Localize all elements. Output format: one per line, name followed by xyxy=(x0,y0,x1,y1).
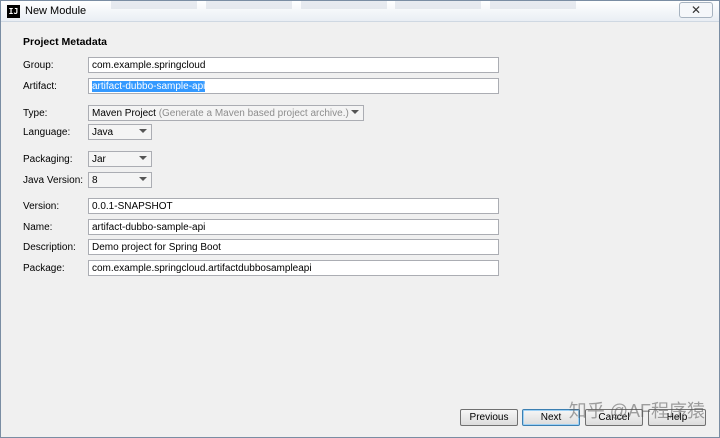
chevron-down-icon xyxy=(351,110,359,114)
previous-button[interactable]: Previous xyxy=(460,409,518,426)
group-field[interactable]: com.example.springcloud xyxy=(88,57,499,73)
language-label: Language: xyxy=(23,127,71,138)
chevron-down-icon xyxy=(139,177,147,181)
group-value: com.example.springcloud xyxy=(92,60,206,71)
background-tab xyxy=(111,1,197,9)
version-field[interactable]: 0.0.1-SNAPSHOT xyxy=(88,198,499,214)
java-version-label: Java Version: xyxy=(23,175,84,186)
background-tab xyxy=(205,1,292,9)
artifact-value: artifact-dubbo-sample-api xyxy=(92,81,206,92)
java-version-select[interactable]: 8 xyxy=(88,172,152,188)
package-value: com.example.springcloud.artifactdubbosam… xyxy=(92,263,312,274)
type-label: Type: xyxy=(23,108,48,119)
packaging-value: Jar xyxy=(92,154,106,165)
background-tab xyxy=(300,1,387,9)
description-label: Description: xyxy=(23,242,76,253)
package-label: Package: xyxy=(23,263,65,274)
artifact-field[interactable]: artifact-dubbo-sample-api xyxy=(88,78,499,94)
new-module-dialog: IJ New Module ✕ Project Metadata Group: … xyxy=(0,0,720,438)
description-value: Demo project for Spring Boot xyxy=(92,242,221,253)
watermark: 知乎 @AF程序猿 xyxy=(568,401,705,421)
background-tab xyxy=(395,1,482,9)
type-select[interactable]: Maven Project (Generate a Maven based pr… xyxy=(88,105,364,121)
title-bar: IJ New Module ✕ xyxy=(1,1,719,22)
version-label: Version: xyxy=(23,201,60,212)
section-title: Project Metadata xyxy=(23,36,108,48)
name-field[interactable]: artifact-dubbo-sample-api xyxy=(88,219,499,235)
name-label: Name: xyxy=(23,222,53,233)
package-field[interactable]: com.example.springcloud.artifactdubbosam… xyxy=(88,260,499,276)
packaging-label: Packaging: xyxy=(23,154,73,165)
artifact-label: Artifact: xyxy=(23,81,57,92)
background-tab xyxy=(490,1,577,9)
close-button[interactable]: ✕ xyxy=(679,2,713,18)
background-tabs xyxy=(111,1,671,11)
packaging-select[interactable]: Jar xyxy=(88,151,152,167)
intellij-app-icon: IJ xyxy=(7,5,20,18)
java-version-value: 8 xyxy=(92,175,98,186)
chevron-down-icon xyxy=(139,129,147,133)
description-field[interactable]: Demo project for Spring Boot xyxy=(88,239,499,255)
language-value: Java xyxy=(92,127,114,138)
group-label: Group: xyxy=(23,60,54,71)
type-value: Maven Project xyxy=(92,108,156,119)
form-panel: Project Metadata Group: com.example.spri… xyxy=(2,23,718,401)
version-value: 0.0.1-SNAPSHOT xyxy=(92,201,173,212)
window-title: New Module xyxy=(25,5,87,17)
type-hint: (Generate a Maven based project archive.… xyxy=(158,108,349,119)
language-select[interactable]: Java xyxy=(88,124,152,140)
name-value: artifact-dubbo-sample-api xyxy=(92,222,206,233)
close-icon: ✕ xyxy=(690,3,702,17)
chevron-down-icon xyxy=(139,156,147,160)
